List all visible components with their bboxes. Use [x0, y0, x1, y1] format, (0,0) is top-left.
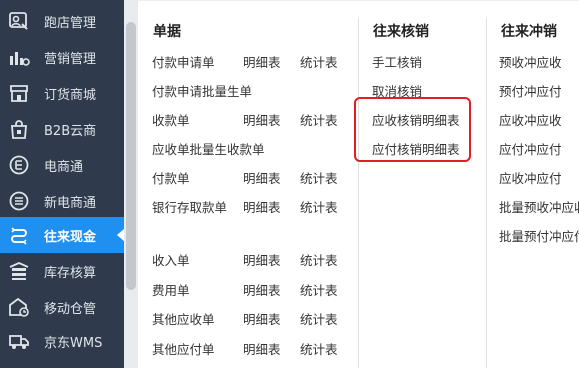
cash-flow-icon [8, 224, 30, 246]
menu-link-payment-request[interactable]: 付款申请单 [152, 52, 215, 71]
new-ecommerce-icon [8, 190, 30, 212]
sidebar-item-ecommerce[interactable]: 电商通 [0, 147, 124, 183]
menu-link-detail-report[interactable]: 明细表 [243, 110, 281, 129]
menu-link-detail-report[interactable]: 明细表 [243, 280, 281, 299]
top-border [138, 0, 579, 1]
store-visit-icon [8, 10, 30, 32]
sidebar-item-label: B2B云商 [44, 123, 97, 139]
sidebar-item-inventory[interactable]: 库存核算 [0, 253, 124, 289]
menu-link-summary-report[interactable]: 统计表 [300, 339, 338, 358]
sidebar-item-label: 新电商通 [44, 195, 97, 211]
column-divider [486, 18, 487, 368]
b2b-bag-icon [8, 118, 30, 140]
marketing-chart-icon [8, 46, 30, 68]
sidebar-item-store-visit[interactable]: 跑店管理 [0, 3, 124, 39]
truck-icon [8, 330, 30, 352]
menu-link-manual-reconcile[interactable]: 手工核销 [372, 52, 422, 71]
menu-link-payment[interactable]: 付款单 [152, 168, 190, 187]
sidebar-item-label: 京东WMS [44, 335, 103, 351]
sidebar-item-jd-wms[interactable]: 京东WMS [0, 323, 124, 359]
menu-link-summary-report[interactable]: 统计表 [300, 52, 338, 71]
menu-link-expense[interactable]: 费用单 [152, 280, 190, 299]
menu-link-receipt[interactable]: 收款单 [152, 110, 190, 129]
menu-link-summary-report[interactable]: 统计表 [300, 168, 338, 187]
sidebar-item-label: 订货商城 [44, 87, 97, 103]
menu-link-bank-deposit[interactable]: 银行存取款单 [152, 197, 227, 216]
column-title-documents: 单据 [153, 24, 181, 40]
menu-link-batch-prepay-offset[interactable]: 批量预收冲应收 [499, 197, 579, 216]
sidebar-item-mobile-warehouse[interactable]: 移动仓管 [0, 289, 124, 325]
sidebar-item-label: 移动仓管 [44, 301, 97, 317]
column-title-offset: 往来冲销 [501, 24, 557, 40]
sidebar-item-mall[interactable]: 订货商城 [0, 75, 124, 111]
menu-link-summary-report[interactable]: 统计表 [300, 309, 338, 328]
menu-link-other-receivable[interactable]: 其他应收单 [152, 309, 215, 328]
menu-link-detail-report[interactable]: 明细表 [243, 339, 281, 358]
sidebar-item-label: 跑店管理 [44, 15, 97, 31]
menu-link-other-payable[interactable]: 其他应付单 [152, 339, 215, 358]
menu-link-receivable-offset-payable[interactable]: 应收冲应付 [499, 168, 562, 187]
menu-link-summary-report[interactable]: 统计表 [300, 250, 338, 269]
menu-link-detail-report[interactable]: 明细表 [243, 309, 281, 328]
column-title-reconciliation: 往来核销 [373, 24, 429, 40]
menu-link-receivable-offset-receivable[interactable]: 应收冲应收 [499, 110, 562, 129]
menu-link-prepay-offset-receivable[interactable]: 预收冲应收 [499, 52, 562, 71]
sidebar: 跑店管理 营销管理 订货商城 B2B云商 电商通 新电商通 往来现金 库存核算 … [0, 0, 125, 368]
sidebar-item-label: 营销管理 [44, 51, 97, 67]
mobile-warehouse-icon [8, 296, 30, 318]
menu-link-payable-offset-payable[interactable]: 应付冲应付 [499, 139, 562, 158]
menu-link-income[interactable]: 收入单 [152, 250, 190, 269]
sidebar-item-label: 往来现金 [44, 229, 97, 245]
menu-link-prepaid-offset-payable[interactable]: 预付冲应付 [499, 81, 562, 100]
sidebar-item-new-ecommerce[interactable]: 新电商通 [0, 183, 124, 219]
menu-link-receivable-batch-receipt[interactable]: 应收单批量生收款单 [152, 139, 265, 158]
menu-link-detail-report[interactable]: 明细表 [243, 168, 281, 187]
menu-link-detail-report[interactable]: 明细表 [243, 250, 281, 269]
menu-link-summary-report[interactable]: 统计表 [300, 110, 338, 129]
mall-icon [8, 82, 30, 104]
highlight-box [354, 97, 471, 162]
sidebar-item-marketing[interactable]: 营销管理 [0, 39, 124, 75]
menu-link-detail-report[interactable]: 明细表 [243, 52, 281, 71]
menu-link-summary-report[interactable]: 统计表 [300, 280, 338, 299]
sidebar-item-label: 电商通 [44, 159, 84, 175]
sidebar-item-b2b[interactable]: B2B云商 [0, 111, 124, 147]
menu-link-batch-prepaid-offset[interactable]: 批量预付冲应付 [499, 226, 579, 245]
sidebar-item-label: 库存核算 [44, 265, 97, 281]
menu-link-detail-report[interactable]: 明细表 [243, 197, 281, 216]
menu-link-summary-report[interactable]: 统计表 [300, 197, 338, 216]
ecommerce-icon [8, 154, 30, 176]
sidebar-item-cash-flow[interactable]: 往来现金 [0, 217, 125, 253]
column-divider [358, 18, 359, 368]
menu-link-payment-request-batch[interactable]: 付款申请批量生单 [152, 81, 252, 100]
inventory-icon [8, 260, 30, 282]
scrollbar-thumb[interactable] [126, 22, 136, 290]
